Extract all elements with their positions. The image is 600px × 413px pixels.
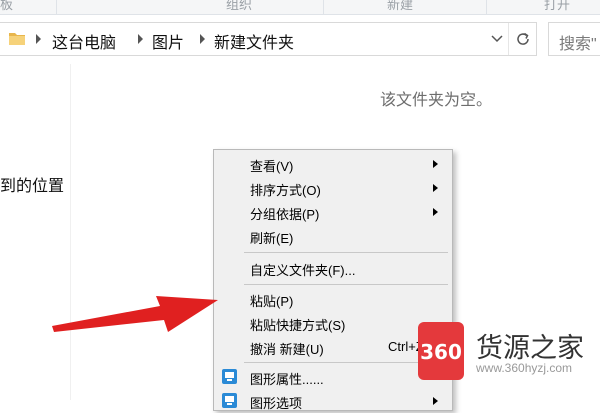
ribbon-group-open: 打开 xyxy=(544,0,571,12)
ribbon-group-new: 新建 xyxy=(387,0,414,12)
navigation-pane-text: 到的位置 xyxy=(0,178,65,195)
submenu-arrow-icon xyxy=(433,397,438,405)
ribbon-group-clipboard: 板 xyxy=(0,0,14,12)
breadcrumb-this-pc[interactable]: 这台电脑 xyxy=(52,29,116,53)
menu-item-label: 分组依据(P) xyxy=(250,207,320,222)
watermark-badge-text: 360 xyxy=(420,340,462,364)
menu-item-label: 查看(V) xyxy=(250,159,294,174)
menu-item-label: 撤消 新建(U) xyxy=(250,342,324,357)
menu-item-label: 图形选项 xyxy=(250,396,303,411)
menu-separator xyxy=(244,284,448,285)
menu-item-refresh[interactable]: 刷新(E) xyxy=(214,224,452,248)
chevron-down-icon xyxy=(491,35,503,43)
menu-item-label: 图形属性...... xyxy=(250,372,324,387)
ribbon-divider xyxy=(323,0,324,14)
submenu-arrow-icon xyxy=(433,184,438,192)
breadcrumb-new-folder[interactable]: 新建文件夹 xyxy=(214,29,294,53)
menu-item-view[interactable]: 查看(V) xyxy=(214,152,452,176)
watermark-site-url: www.360hyzj.com xyxy=(476,361,573,375)
submenu-arrow-icon xyxy=(433,160,438,168)
search-placeholder: 搜索" xyxy=(559,36,597,53)
navigation-pane-divider[interactable] xyxy=(70,64,71,400)
ribbon-divider xyxy=(486,0,487,14)
intel-graphics-icon xyxy=(222,393,237,408)
search-input[interactable]: 搜索" xyxy=(548,22,600,56)
address-history-dropdown[interactable] xyxy=(486,23,508,55)
menu-item-label: 排序方式(O) xyxy=(250,183,321,198)
menu-item-paste-shortcut[interactable]: 粘贴快捷方式(S) xyxy=(214,311,452,335)
ribbon-divider xyxy=(56,0,57,14)
menu-item-label: 自定义文件夹(F)... xyxy=(250,263,356,278)
ribbon-group-organize: 组织 xyxy=(226,0,253,12)
empty-folder-message: 该文件夹为空。 xyxy=(380,92,493,109)
menu-item-undo-new[interactable]: 撤消 新建(U) Ctrl+Z xyxy=(214,335,452,359)
address-row: 这台电脑 图片 新建文件夹 搜索" xyxy=(0,22,600,56)
breadcrumb-separator-icon[interactable] xyxy=(138,34,143,44)
watermark-360-badge-icon: 360 xyxy=(418,322,464,380)
address-bar[interactable]: 这台电脑 图片 新建文件夹 xyxy=(0,22,537,56)
folder-icon xyxy=(9,33,25,45)
refresh-button[interactable] xyxy=(508,23,537,55)
refresh-icon xyxy=(517,32,529,45)
breadcrumb-separator-icon[interactable] xyxy=(200,34,205,44)
menu-item-customize-folder[interactable]: 自定义文件夹(F)... xyxy=(214,256,452,280)
breadcrumb-separator-icon[interactable] xyxy=(36,34,41,44)
menu-item-label: 刷新(E) xyxy=(250,231,294,246)
menu-item-sort-by[interactable]: 排序方式(O) xyxy=(214,176,452,200)
menu-item-group-by[interactable]: 分组依据(P) xyxy=(214,200,452,224)
red-annotation-arrow-icon xyxy=(52,296,218,332)
menu-item-paste[interactable]: 粘贴(P) xyxy=(214,287,452,311)
menu-separator xyxy=(244,252,448,253)
intel-graphics-icon xyxy=(222,369,237,384)
menu-item-label: 粘贴快捷方式(S) xyxy=(250,318,346,333)
menu-item-graphics-options[interactable]: 图形选项 xyxy=(214,389,452,413)
breadcrumb-pictures[interactable]: 图片 xyxy=(152,29,184,53)
ribbon-strip: 板 组织 新建 打开 xyxy=(0,0,600,15)
context-menu: 查看(V) 排序方式(O) 分组依据(P) 刷新(E) 自定义文件夹(F)...… xyxy=(213,149,453,411)
watermark-site-name: 货源之家 xyxy=(476,333,584,364)
submenu-arrow-icon xyxy=(433,208,438,216)
menu-item-graphics-properties[interactable]: 图形属性...... xyxy=(214,365,452,389)
menu-item-label: 粘贴(P) xyxy=(250,294,294,309)
